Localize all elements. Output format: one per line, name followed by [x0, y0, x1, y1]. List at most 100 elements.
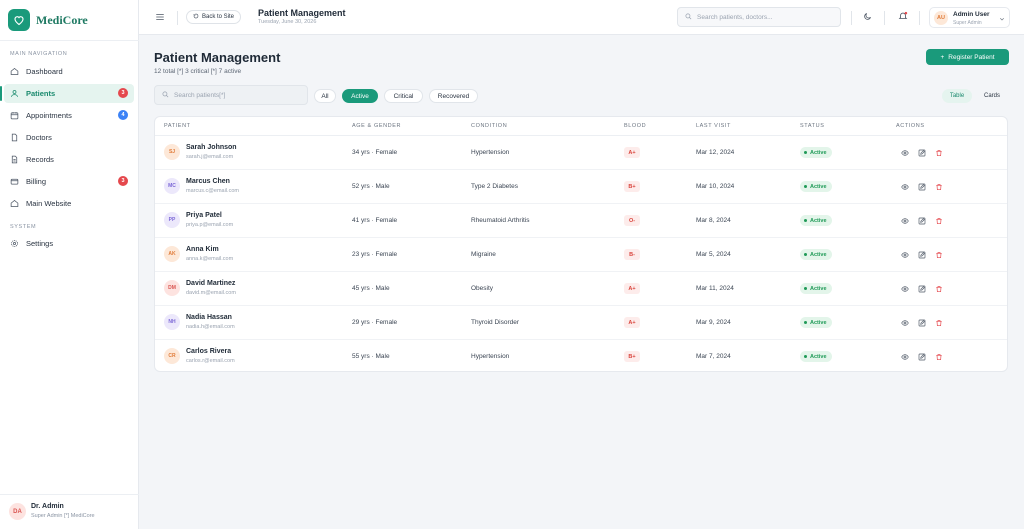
patient-email: priya.p@email.com	[186, 222, 234, 228]
view-table-toggle[interactable]: Table	[942, 89, 972, 103]
condition: Hypertension	[471, 353, 510, 360]
sidebar-item-label: Doctors	[26, 133, 52, 142]
divider	[919, 11, 920, 25]
trash-icon[interactable]	[934, 352, 943, 361]
page-title: Patient Management	[258, 8, 346, 18]
blood-badge: B+	[624, 351, 640, 362]
status-label: Active	[810, 217, 827, 224]
patient-name: Anna Kim	[186, 246, 219, 253]
footer-user-name: Dr. Admin	[31, 503, 64, 510]
table-row[interactable]: PP Priya Patel priya.p@email.com 41 yrs …	[155, 204, 1007, 238]
filter-recovered[interactable]: Recovered	[429, 89, 478, 103]
filter-active[interactable]: Active	[342, 89, 378, 103]
sidebar-footer[interactable]: DA Dr. Admin Super Admin [*] MediCore	[0, 494, 139, 529]
status-badge: Active	[800, 317, 832, 328]
table-row[interactable]: MC Marcus Chen marcus.c@email.com 52 yrs…	[155, 170, 1007, 204]
sidebar-item-label: Appointments	[26, 111, 72, 120]
table-row[interactable]: AK Anna Kim anna.k@email.com 23 yrs · Fe…	[155, 238, 1007, 272]
sidebar-item-settings[interactable]: Settings	[4, 234, 134, 253]
age-gender: 23 yrs · Female	[352, 251, 398, 258]
view-icon[interactable]	[900, 352, 909, 361]
divider	[177, 11, 178, 25]
sidebar-item-records[interactable]: Records	[4, 150, 134, 169]
age-gender: 41 yrs · Female	[352, 217, 398, 224]
nav-section-system: SYSTEM	[10, 224, 37, 230]
status-dot-icon	[804, 355, 807, 358]
sidebar: MediCore MAIN NAVIGATION Dashboard Patie…	[0, 0, 139, 529]
col-condition: CONDITION	[471, 123, 508, 129]
avatar: DA	[9, 503, 26, 520]
dark-mode-toggle[interactable]	[860, 10, 874, 24]
heart-logo-icon	[8, 9, 30, 31]
edit-icon[interactable]	[917, 250, 926, 259]
sidebar-item-label: Billing	[26, 177, 47, 186]
col-age-gender: AGE & GENDER	[352, 123, 402, 129]
status-dot-icon	[804, 287, 807, 290]
plus-icon: +	[940, 53, 945, 61]
sidebar-item-label: Patients	[26, 89, 56, 98]
table-row[interactable]: SJ Sarah Johnson sarah.j@email.com 34 yr…	[155, 136, 1007, 170]
moon-icon	[863, 12, 872, 23]
trash-icon[interactable]	[934, 318, 943, 327]
sidebar-item-doctors[interactable]: Doctors	[4, 128, 134, 147]
trash-icon[interactable]	[934, 250, 943, 259]
trash-icon[interactable]	[934, 284, 943, 293]
view-icon[interactable]	[900, 284, 909, 293]
blood-badge: A+	[624, 283, 640, 294]
edit-icon[interactable]	[917, 352, 926, 361]
sidebar-item-appointments[interactable]: Appointments 4	[4, 106, 134, 125]
menu-icon[interactable]	[155, 12, 165, 22]
view-icon[interactable]	[900, 318, 909, 327]
back-to-site-button[interactable]: Back to Site	[186, 10, 242, 24]
user-menu[interactable]: AU Admin User Super Admin	[929, 7, 1010, 28]
edit-icon[interactable]	[917, 318, 926, 327]
trash-icon[interactable]	[934, 216, 943, 225]
edit-icon[interactable]	[917, 284, 926, 293]
billing-badge: 3	[118, 176, 128, 186]
trash-icon[interactable]	[934, 148, 943, 157]
edit-icon[interactable]	[917, 148, 926, 157]
table-row[interactable]: NH Nadia Hassan nadia.h@email.com 29 yrs…	[155, 306, 1007, 340]
global-search-placeholder: Search patients, doctors...	[697, 13, 773, 21]
register-patient-button[interactable]: + Register Patient	[926, 49, 1009, 65]
col-blood: BLOOD	[624, 123, 647, 129]
filter-all[interactable]: All	[314, 89, 336, 103]
view-cards-toggle[interactable]: Cards	[977, 89, 1007, 103]
status-label: Active	[810, 149, 827, 156]
col-last-visit: LAST VISIT	[696, 123, 731, 129]
avatar: AU	[934, 11, 948, 25]
trash-icon[interactable]	[934, 182, 943, 191]
search-icon	[162, 91, 169, 100]
patient-name: Nadia Hassan	[186, 314, 232, 321]
filter-critical[interactable]: Critical	[384, 89, 423, 103]
view-icon[interactable]	[900, 182, 909, 191]
patient-name: Sarah Johnson	[186, 144, 237, 151]
edit-icon[interactable]	[917, 182, 926, 191]
status-dot-icon	[804, 253, 807, 256]
table-row[interactable]: DM David Martinez david.m@email.com 45 y…	[155, 272, 1007, 306]
patient-search-input[interactable]: Search patients[*]	[154, 85, 308, 105]
view-icon[interactable]	[900, 148, 909, 157]
sidebar-item-billing[interactable]: Billing 3	[4, 172, 134, 191]
register-label: Register Patient	[948, 53, 995, 61]
table-row[interactable]: CR Carlos Rivera carlos.r@email.com 55 y…	[155, 340, 1007, 371]
status-badge: Active	[800, 249, 832, 260]
back-arrow-icon	[193, 13, 199, 21]
global-search-input[interactable]: Search patients, doctors...	[677, 7, 841, 27]
sidebar-item-label: Dashboard	[26, 67, 63, 76]
last-visit: Mar 8, 2024	[696, 217, 731, 224]
age-gender: 55 yrs · Male	[352, 353, 390, 360]
brand[interactable]: MediCore	[8, 9, 88, 31]
sidebar-item-dashboard[interactable]: Dashboard	[4, 62, 134, 81]
sidebar-item-patients[interactable]: Patients 3	[0, 84, 134, 103]
condition: Type 2 Diabetes	[471, 183, 518, 190]
notifications-button[interactable]	[896, 10, 910, 24]
view-icon[interactable]	[900, 216, 909, 225]
sidebar-item-main-website[interactable]: Main Website	[4, 194, 134, 213]
calendar-icon	[10, 111, 19, 120]
user-name: Admin User	[953, 11, 990, 18]
patient-email: sarah.j@email.com	[186, 154, 234, 160]
edit-icon[interactable]	[917, 216, 926, 225]
view-icon[interactable]	[900, 250, 909, 259]
main-title: Patient Management	[154, 50, 281, 65]
